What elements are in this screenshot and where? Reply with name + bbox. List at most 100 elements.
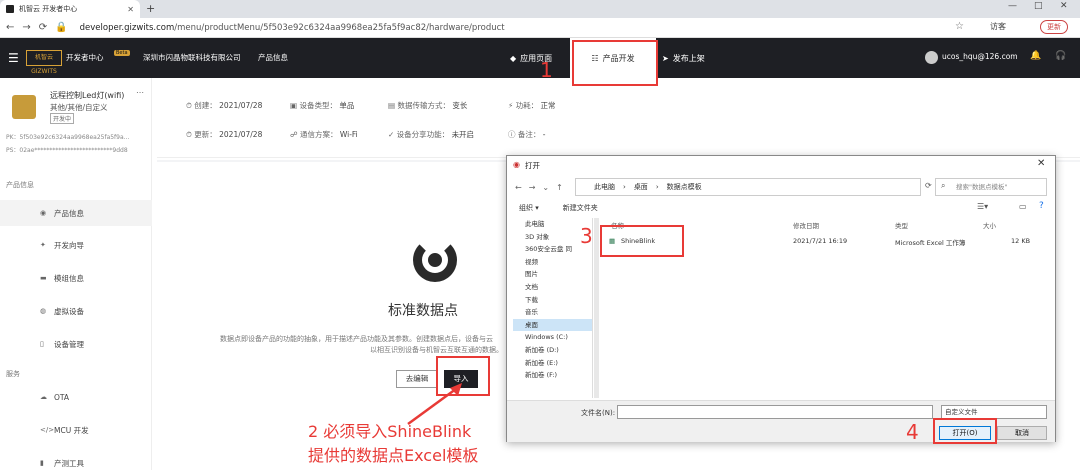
col-type[interactable]: 类型 bbox=[895, 220, 908, 230]
product-icon bbox=[12, 95, 36, 119]
file-type: Microsoft Excel 工作簿 bbox=[895, 239, 966, 247]
breadcrumb-folder[interactable]: 数据点模板 bbox=[667, 182, 702, 192]
user-email[interactable]: ucos_hqu@126.com bbox=[942, 52, 1018, 61]
filename-input[interactable] bbox=[617, 405, 933, 419]
close-window-icon[interactable]: ✕ bbox=[1060, 1, 1068, 11]
back-icon[interactable]: ← bbox=[515, 183, 522, 192]
chrome-app-icon: ◉ bbox=[513, 160, 520, 169]
forward-icon[interactable]: → bbox=[22, 22, 30, 33]
refresh-icon[interactable]: ⟳ bbox=[925, 181, 932, 190]
file-date: 2021/7/21 16:19 bbox=[793, 237, 848, 245]
recent-dropdown-icon[interactable]: ⌄ bbox=[542, 183, 549, 192]
breadcrumb-desktop[interactable]: 桌面 bbox=[634, 182, 648, 192]
tab-close-icon[interactable]: ✕ bbox=[127, 5, 134, 14]
tree-item-d[interactable]: 新加卷 (D:) bbox=[513, 344, 592, 357]
info-comm: ☍ 通信方案： Wi-Fi bbox=[290, 130, 358, 139]
col-size[interactable]: 大小 bbox=[983, 220, 996, 230]
beta-badge: Beta bbox=[114, 50, 130, 56]
reload-icon[interactable]: ⟳ bbox=[39, 22, 47, 33]
data-points-desc-line2: 以相互识别设备与机智云互联互通的数据。 bbox=[370, 346, 503, 354]
maximize-icon[interactable]: □ bbox=[1034, 1, 1043, 11]
sidebar-item-module-info[interactable]: ▬ 模组信息 bbox=[0, 265, 152, 291]
hamburger-menu-icon[interactable]: ☰ bbox=[8, 51, 19, 65]
product-status-badge: 开发中 bbox=[50, 113, 75, 124]
headset-icon[interactable]: 🎧 bbox=[1055, 51, 1066, 61]
new-folder-button[interactable]: 新建文件夹 bbox=[563, 203, 598, 213]
tab-title: 机智云 开发者中心 bbox=[19, 5, 78, 13]
annotation-step-1: 1 bbox=[540, 58, 553, 82]
tree-item-e[interactable]: 新加卷 (E:) bbox=[513, 357, 592, 370]
sidebar-item-dev-guide[interactable]: ✦ 开发向导 bbox=[0, 232, 152, 258]
sidebar-item-factory-test[interactable]: ▮ 产测工具 bbox=[0, 450, 152, 470]
preview-pane-icon[interactable]: ▭ bbox=[1019, 202, 1027, 211]
data-points-title: 标准数据点 bbox=[388, 303, 458, 319]
col-date[interactable]: 修改日期 bbox=[793, 220, 819, 230]
sidebar-item-virtual-device[interactable]: ◍ 虚拟设备 bbox=[0, 298, 152, 324]
tree-item-desktop[interactable]: 桌面 bbox=[513, 318, 592, 332]
breadcrumb-pc[interactable]: 此电脑 bbox=[594, 182, 615, 192]
chevron-right-icon: › bbox=[623, 183, 626, 191]
annotation-step-4: 4 bbox=[906, 420, 919, 444]
user-avatar[interactable] bbox=[925, 51, 938, 64]
product-secret: PS：02ae**************************9dd8 bbox=[6, 147, 128, 154]
info-updated: ⏱ 更新： 2021/07/28 bbox=[186, 130, 263, 139]
new-tab-icon[interactable]: + bbox=[146, 2, 155, 15]
dialog-toolbar: 组织 ▾ 新建文件夹 bbox=[507, 200, 1055, 216]
annotation-box-open bbox=[933, 418, 997, 444]
path-breadcrumb[interactable]: 此电脑 › 桌面 › 数据点模板 bbox=[575, 178, 921, 196]
help-icon[interactable]: ? bbox=[1039, 201, 1044, 211]
bookmark-star-icon[interactable]: ☆ bbox=[955, 21, 964, 32]
module-icon: ▬ bbox=[40, 274, 47, 282]
product-info-link[interactable]: 产品信息 bbox=[258, 52, 288, 63]
annotation-box-product-dev bbox=[572, 40, 658, 86]
product-info-panel bbox=[157, 78, 1080, 158]
sidebar-item-ota[interactable]: ☁ OTA bbox=[0, 384, 152, 410]
more-icon[interactable]: ⋯ bbox=[136, 88, 144, 97]
sidebar-item-mcu-dev[interactable]: </> MCU 开发 bbox=[0, 417, 152, 443]
tree-item-videos[interactable]: 视频 bbox=[513, 256, 592, 269]
tree-scrollbar[interactable] bbox=[594, 218, 599, 398]
update-button[interactable]: 更新 bbox=[1040, 20, 1068, 34]
data-points-icon-center bbox=[428, 253, 442, 267]
gizwits-favicon-icon bbox=[6, 5, 14, 13]
search-input[interactable]: 搜索"数据点模板" bbox=[935, 178, 1047, 196]
screenshot-root: 机智云 开发者中心 ✕ + — □ ✕ ← → ⟳ 🔒 developer.gi… bbox=[0, 0, 1080, 470]
tree-item-music[interactable]: 音乐 bbox=[513, 306, 592, 319]
dialog-close-icon[interactable]: ✕ bbox=[1037, 158, 1045, 169]
url-field[interactable]: developer.gizwits.com/menu/productMenu/5… bbox=[80, 23, 505, 33]
minimize-icon[interactable]: — bbox=[1008, 1, 1017, 11]
back-icon[interactable]: ← bbox=[6, 22, 14, 33]
sidebar-item-product-info[interactable]: ◉ 产品信息 bbox=[0, 200, 152, 226]
filetype-select[interactable]: 自定义文件 bbox=[941, 405, 1047, 419]
info-device-type: ▣ 设备类型： 单品 bbox=[290, 101, 355, 110]
dev-center-title: 开发者中心 bbox=[66, 53, 104, 62]
tree-item-pictures[interactable]: 图片 bbox=[513, 268, 592, 281]
open-file-dialog: 打开 ◉ ✕ ← → ⌄ ↑ 此电脑 › 桌面 › 数据点模板 ⟳ 搜索"数据点… bbox=[506, 155, 1056, 442]
up-folder-icon[interactable]: ↑ bbox=[556, 183, 563, 192]
tree-item-f[interactable]: 新加卷 (F:) bbox=[513, 369, 592, 382]
lock-icon[interactable]: 🔒 bbox=[55, 22, 67, 33]
company-selector[interactable]: 深圳市闪晶物联科技有限公司 bbox=[143, 52, 241, 63]
bell-icon[interactable]: 🔔 bbox=[1030, 51, 1041, 61]
organize-button[interactable]: 组织 ▾ bbox=[519, 203, 539, 213]
info-created: ⏱ 创建： 2021/07/28 bbox=[186, 101, 263, 110]
view-options-icon[interactable]: ☰▾ bbox=[977, 202, 988, 211]
forward-icon[interactable]: → bbox=[529, 183, 536, 192]
guest-profile[interactable]: 访客 bbox=[990, 21, 1006, 32]
cancel-button[interactable]: 取消 bbox=[997, 426, 1047, 440]
annotation-box-file bbox=[600, 225, 684, 257]
section-service: 服务 bbox=[6, 370, 20, 378]
device-icon: ▯ bbox=[40, 340, 44, 348]
nav-publish[interactable]: ➤ 发布上架 bbox=[662, 38, 705, 78]
sidebar-item-device-mgmt[interactable]: ▯ 设备管理 bbox=[0, 331, 152, 357]
file-size: 12 KB bbox=[1011, 237, 1031, 245]
browser-tabbar: 机智云 开发者中心 ✕ + — □ ✕ bbox=[0, 0, 1080, 18]
gizwits-logo[interactable]: 机智云 GIZWITS bbox=[26, 50, 62, 75]
section-product-info: 产品信息 bbox=[6, 181, 34, 189]
tree-item-downloads[interactable]: 下载 bbox=[513, 294, 592, 307]
browser-tab[interactable]: 机智云 开发者中心 ✕ bbox=[0, 0, 140, 18]
info-share: ✓ 设备分享功能： 未开启 bbox=[388, 130, 475, 139]
tree-item-documents[interactable]: 文档 bbox=[513, 281, 592, 294]
tree-item-c[interactable]: Windows (C:) bbox=[513, 331, 592, 344]
info-icon: ◉ bbox=[40, 209, 47, 217]
